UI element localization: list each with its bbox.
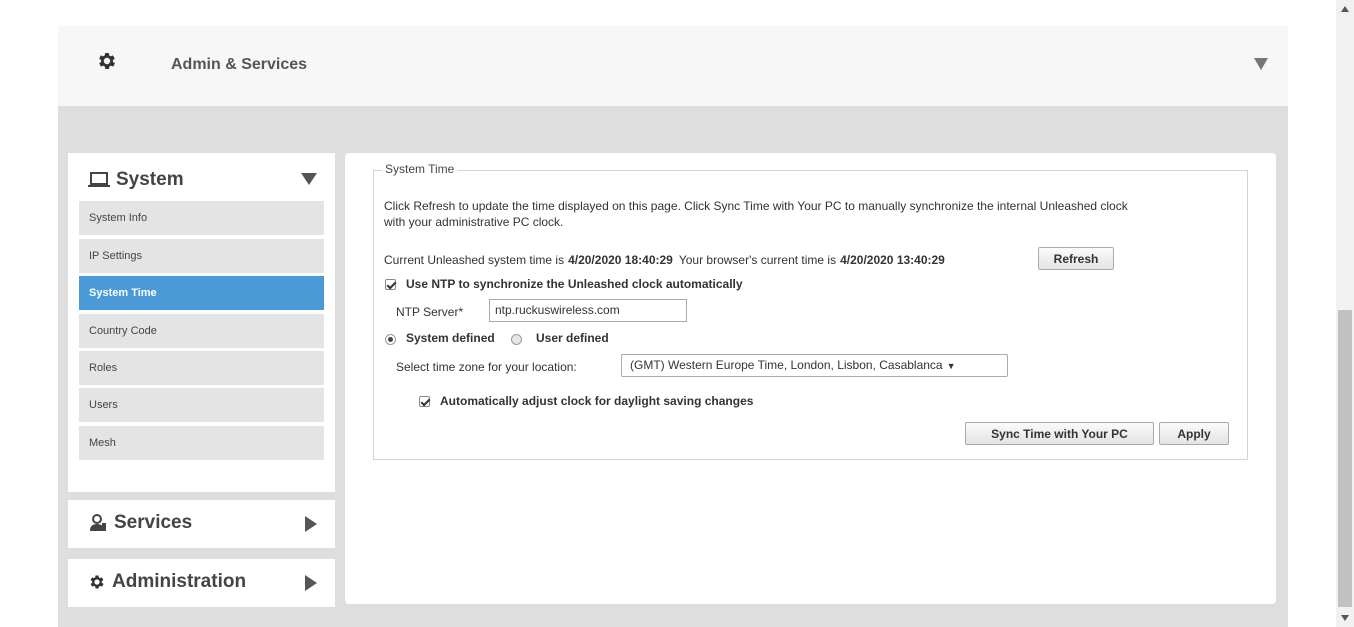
page-scrollbar[interactable] — [1336, 0, 1354, 627]
administration-section[interactable]: Administration — [68, 559, 335, 607]
ntp-server-label: NTP Server* — [396, 305, 464, 319]
description-line-1: Click Refresh to update the time display… — [384, 199, 1128, 213]
chevron-right-icon[interactable] — [305, 575, 317, 591]
chevron-right-icon[interactable] — [305, 516, 317, 532]
ntp-checkbox-label: Use NTP to synchronize the Unleashed clo… — [406, 277, 743, 291]
dst-checkbox-label: Automatically adjust clock for daylight … — [440, 394, 754, 408]
description-line-2: with your administrative PC clock. — [384, 215, 564, 229]
services-section-title: Services — [114, 512, 193, 533]
services-icon — [90, 514, 106, 531]
system-time-panel: System Time Click Refresh to update the … — [345, 153, 1276, 604]
browser-time: 4/20/2020 13:40:29 — [840, 253, 945, 267]
scroll-down-icon[interactable] — [1341, 615, 1349, 621]
scrollbar-thumb[interactable] — [1338, 310, 1352, 607]
user-defined-label: User defined — [536, 331, 609, 345]
timezone-select[interactable]: (GMT) Western Europe Time, London, Lisbo… — [621, 354, 1008, 377]
dropdown-caret-icon: ▼ — [946, 361, 956, 371]
sidebar-item-ip-settings[interactable]: IP Settings — [79, 239, 324, 273]
administration-section-title: Administration — [112, 571, 247, 592]
sidebar-item-users[interactable]: Users — [79, 388, 324, 422]
current-time-prefix: Current Unleashed system time is — [384, 253, 565, 267]
user-defined-radio[interactable] — [511, 334, 522, 345]
administration-section-header: Administration — [88, 571, 246, 593]
timezone-label: Select time zone for your location: — [396, 360, 577, 374]
timezone-value: (GMT) Western Europe Time, London, Lisbo… — [630, 358, 943, 372]
dst-checkbox[interactable] — [419, 396, 430, 407]
refresh-button[interactable]: Refresh — [1038, 247, 1114, 270]
sidebar-item-mesh[interactable]: Mesh — [79, 426, 324, 460]
system-defined-radio[interactable] — [385, 334, 396, 345]
header-title: Admin & Services — [171, 56, 308, 73]
services-section-header: Services — [88, 512, 192, 534]
sync-time-button[interactable]: Sync Time with Your PC — [965, 422, 1154, 445]
laptop-icon — [88, 172, 110, 187]
sidebar-item-system-time[interactable]: System Time — [79, 276, 324, 310]
ntp-server-field[interactable]: ntp.ruckuswireless.com — [489, 299, 687, 322]
system-section-title: System — [116, 169, 184, 190]
sidebar-item-roles[interactable]: Roles — [79, 351, 324, 385]
sidebar-item-country-code[interactable]: Country Code — [79, 314, 324, 348]
admin-services-header[interactable]: Admin & Services — [58, 26, 1288, 106]
ntp-checkbox[interactable] — [385, 279, 396, 290]
chevron-down-icon[interactable] — [1254, 58, 1268, 70]
chevron-down-icon[interactable] — [301, 173, 317, 185]
system-section-header[interactable]: System — [88, 169, 184, 191]
scroll-up-icon[interactable] — [1341, 6, 1349, 12]
gear-icon — [90, 575, 104, 589]
browser-time-prefix: Your browser's current time is — [678, 253, 837, 267]
sidebar-item-system-info[interactable]: System Info — [79, 201, 324, 235]
system-time-fieldset: System Time Click Refresh to update the … — [373, 162, 1248, 460]
services-section[interactable]: Services — [68, 500, 335, 548]
current-time-row: Current Unleashed system time is 4/20/20… — [384, 253, 945, 267]
apply-button[interactable]: Apply — [1159, 422, 1229, 445]
admin-services-panel: Admin & Services System System Info IP S… — [58, 26, 1288, 627]
system-defined-label: System defined — [406, 331, 495, 345]
current-system-time: 4/20/2020 18:40:29 — [568, 253, 673, 267]
gear-icon — [99, 53, 115, 69]
fieldset-legend: System Time — [382, 162, 458, 176]
system-section: System System Info IP Settings System Ti… — [68, 153, 335, 492]
